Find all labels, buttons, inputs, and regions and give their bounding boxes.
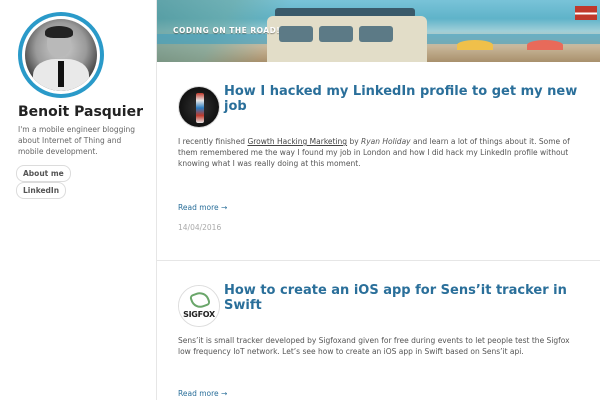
tie-thumb-tie bbox=[196, 93, 204, 123]
post-excerpt: I recently finished Growth Hacking Marke… bbox=[178, 136, 578, 169]
avatar-frame bbox=[22, 16, 100, 94]
tie-thumb-bg bbox=[179, 87, 219, 127]
banner-umbrella bbox=[457, 40, 493, 50]
sigfox-wing bbox=[188, 289, 212, 311]
banner-flag bbox=[575, 6, 597, 20]
about-me-link[interactable]: About me bbox=[16, 165, 71, 182]
banner-van-window bbox=[359, 26, 393, 42]
book-link[interactable]: Growth Hacking Marketing bbox=[247, 137, 347, 146]
read-more-link[interactable]: Read more → bbox=[178, 203, 227, 212]
post-excerpt: Sens’it is small tracker developed by Si… bbox=[178, 336, 570, 356]
post-card: How I hacked my LinkedIn profile to get … bbox=[157, 62, 600, 261]
banner-van-window bbox=[279, 26, 313, 42]
tie-icon[interactable] bbox=[178, 86, 220, 128]
banner-van-window bbox=[319, 26, 353, 42]
avatar-photo bbox=[25, 19, 97, 91]
book-author: Ryan Holiday bbox=[361, 137, 411, 146]
sigfox-thumb-bg: SIGFOX bbox=[179, 286, 219, 326]
excerpt-text: by bbox=[347, 137, 362, 146]
linkedin-link[interactable]: LinkedIn bbox=[16, 182, 67, 199]
sidebar: Benoit Pasquier I'm a mobile engineer bl… bbox=[0, 0, 157, 400]
author-bio: I'm a mobile engineer blogging about Int… bbox=[18, 125, 135, 156]
avatar[interactable] bbox=[18, 12, 104, 98]
site-title[interactable]: CODING ON THE ROAD! bbox=[173, 26, 280, 35]
banner-umbrella bbox=[527, 40, 563, 50]
header-banner: CODING ON THE ROAD! bbox=[157, 0, 600, 62]
post-date: 14/04/2016 bbox=[178, 223, 222, 232]
excerpt-text: I recently finished bbox=[178, 137, 248, 146]
post-card: SIGFOX How to create an iOS app for Sens… bbox=[157, 261, 600, 400]
sigfox-logo-icon[interactable]: SIGFOX bbox=[178, 285, 220, 327]
avatar-tie bbox=[58, 61, 64, 87]
author-name[interactable]: Benoit Pasquier bbox=[18, 104, 143, 120]
post-title[interactable]: How to create an iOS app for Sens’it tra… bbox=[224, 283, 584, 313]
post-title[interactable]: How I hacked my LinkedIn profile to get … bbox=[224, 84, 584, 114]
avatar-hair bbox=[45, 26, 73, 38]
sigfox-brand: SIGFOX bbox=[183, 310, 215, 319]
read-more-link[interactable]: Read more → bbox=[178, 389, 227, 398]
